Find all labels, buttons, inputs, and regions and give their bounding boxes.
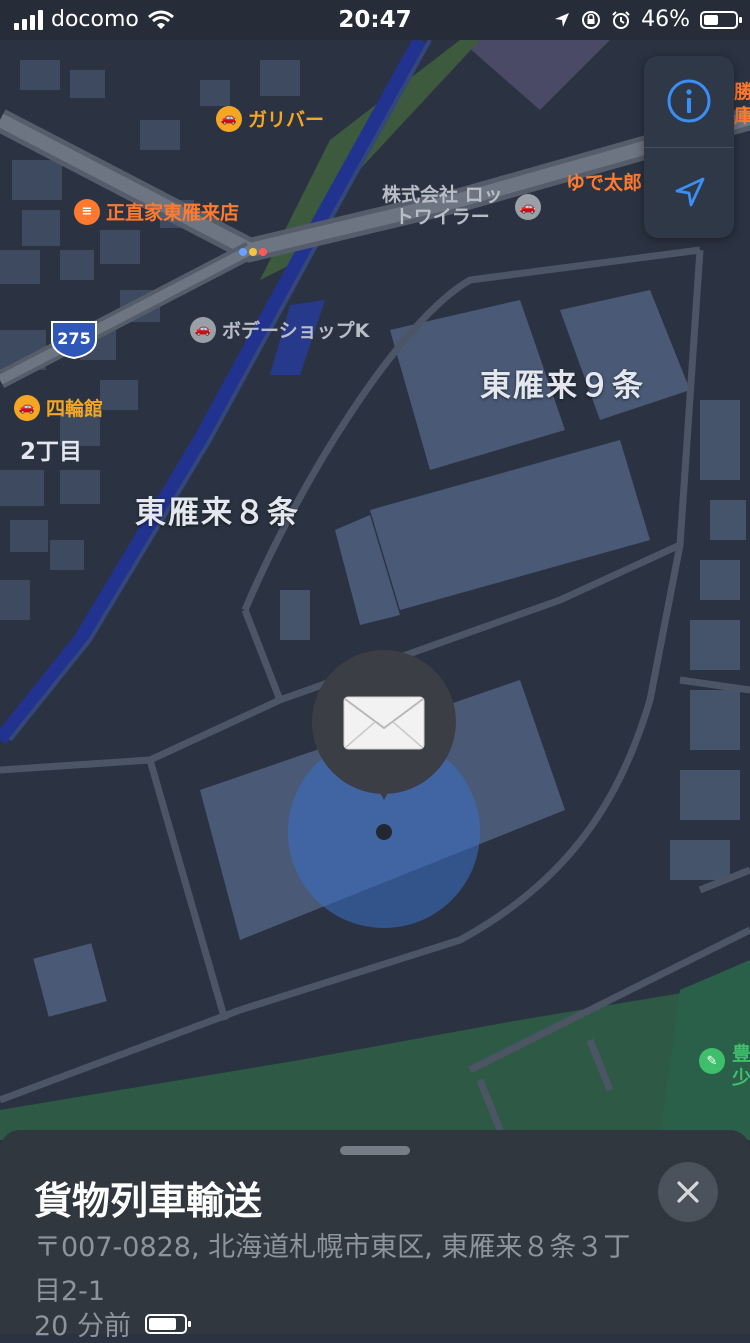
- poi-label: ボデーショップK: [222, 320, 370, 342]
- park-icon: ✎: [699, 1048, 725, 1074]
- poi-park[interactable]: 豊 少: [732, 1042, 750, 1090]
- car-icon: 🚗: [216, 105, 242, 132]
- battery-percent: 46%: [641, 7, 690, 32]
- close-icon: [677, 1181, 699, 1203]
- envelope-icon: [343, 696, 425, 750]
- poi-shojikiya[interactable]: ≡ 正直家東雁来店: [74, 198, 239, 225]
- poi-yonrinkan[interactable]: 🚗 四輪館: [14, 394, 103, 421]
- poi-edge[interactable]: 勝 庫: [734, 80, 750, 128]
- device-battery-icon: [144, 1313, 191, 1334]
- last-seen-time: 20 分前: [34, 1311, 131, 1342]
- area-label-2chome: 2丁目: [20, 439, 83, 465]
- restaurant-icon: ≡: [74, 198, 100, 225]
- route-shield: 275: [51, 321, 97, 360]
- location-arrow-icon: [675, 177, 705, 207]
- locate-button[interactable]: [644, 148, 734, 238]
- place-meta: 20 分前: [34, 1304, 191, 1343]
- poi-yudetaro[interactable]: ゆで太郎: [566, 168, 642, 195]
- car-icon: 🚗: [14, 394, 40, 421]
- poi-label: 四輪館: [46, 398, 104, 420]
- place-card-sheet[interactable]: 貨物列車輸送 〒007-0828, 北海道札幌市東区, 東雁来８条３丁目2-1 …: [0, 1130, 750, 1342]
- poi-label: ゆで太郎: [566, 172, 643, 194]
- close-button[interactable]: [658, 1162, 718, 1222]
- poi-rottweiler[interactable]: 株式会社 ロッ トワイラー: [382, 184, 503, 228]
- device-location-pin[interactable]: [288, 650, 480, 930]
- poi-body-shop[interactable]: 🚗 ボデーショップK: [190, 316, 369, 343]
- orientation-lock-icon: [582, 10, 601, 29]
- car-icon: 🚗: [190, 316, 216, 343]
- poi-label: ガリバー: [248, 109, 325, 131]
- poi-gulliver[interactable]: 🚗 ガリバー: [216, 105, 324, 132]
- place-title: 貨物列車輸送: [34, 1179, 263, 1223]
- status-bar: docomo 20:47 46%: [0, 0, 750, 40]
- place-address: 〒007-0828, 北海道札幌市東区, 東雁来８条３丁目2-1: [34, 1232, 631, 1307]
- sheet-grabber[interactable]: [340, 1146, 410, 1155]
- area-label-9jo: 東雁来９条: [480, 368, 645, 404]
- alarm-clock-icon: [612, 10, 630, 29]
- map-controls-panel: [644, 56, 734, 238]
- location-arrow-icon: [555, 12, 570, 27]
- info-button[interactable]: [644, 56, 734, 146]
- area-label-8jo: 東雁来８条: [135, 495, 300, 531]
- info-icon: [667, 79, 711, 123]
- battery-icon: [700, 10, 742, 29]
- route-number: 275: [57, 329, 90, 348]
- poi-label: 正直家東雁来店: [106, 202, 240, 224]
- car-icon: 🚗: [515, 194, 541, 220]
